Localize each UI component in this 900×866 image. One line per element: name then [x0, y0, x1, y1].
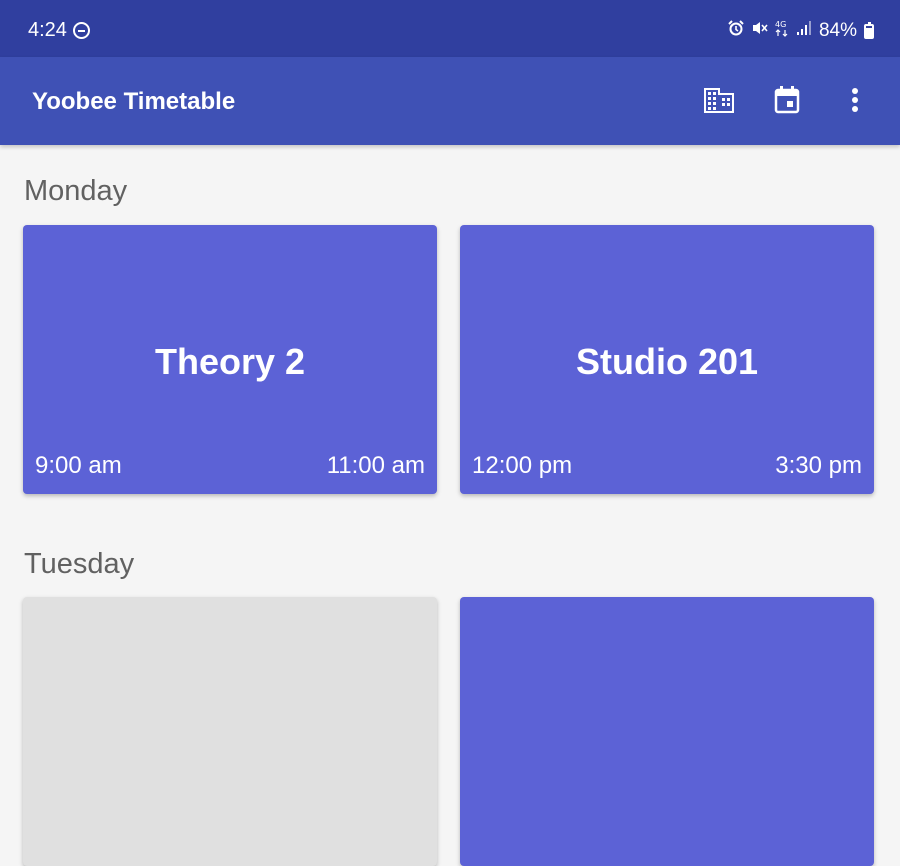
- day-heading-monday: Monday: [24, 175, 128, 207]
- app-bar-actions: [704, 85, 870, 115]
- more-options-button[interactable]: [840, 85, 870, 115]
- class-start-time: 9:00 am: [35, 452, 122, 479]
- app-title: Yoobee Timetable: [32, 88, 236, 115]
- building-icon: [704, 88, 734, 113]
- class-room: Theory 2: [154, 341, 306, 382]
- status-time: 4:24: [28, 19, 67, 41]
- more-vert-icon: [852, 88, 858, 112]
- status-icons: 4G 84%: [728, 19, 874, 43]
- battery-icon: [864, 21, 874, 39]
- class-start-time: 12:00 pm: [472, 452, 573, 479]
- 4g-icon: 4G: [775, 19, 789, 43]
- day-heading-tuesday: Tuesday: [24, 548, 135, 580]
- class-end-time: 3:30 pm: [775, 452, 862, 479]
- building-button[interactable]: [704, 85, 734, 115]
- calendar-button[interactable]: [772, 85, 802, 115]
- class-card-partial[interactable]: [460, 597, 874, 866]
- class-room: Studio 201: [575, 341, 759, 382]
- class-card[interactable]: Theory 2 9:00 am 11:00 am: [23, 225, 437, 494]
- class-end-time: 11:00 am: [326, 452, 425, 479]
- alarm-icon: [728, 20, 744, 42]
- signal-icon: [796, 20, 812, 42]
- timetable-content[interactable]: Monday Theory 2 9:00 am 11:00 am Studio …: [0, 145, 900, 866]
- app-bar: Yoobee Timetable: [0, 57, 900, 145]
- svg-text:4G: 4G: [775, 20, 786, 29]
- battery-percent: 84%: [818, 20, 857, 41]
- mute-icon: [751, 20, 768, 42]
- status-time-group: 4:24: [28, 19, 90, 42]
- status-bar: 4:24 4G 84%: [0, 0, 900, 57]
- dnd-icon: [72, 22, 90, 39]
- class-card-partial[interactable]: [23, 597, 437, 866]
- class-card[interactable]: Studio 201 12:00 pm 3:30 pm: [460, 225, 874, 494]
- calendar-icon: [774, 86, 800, 114]
